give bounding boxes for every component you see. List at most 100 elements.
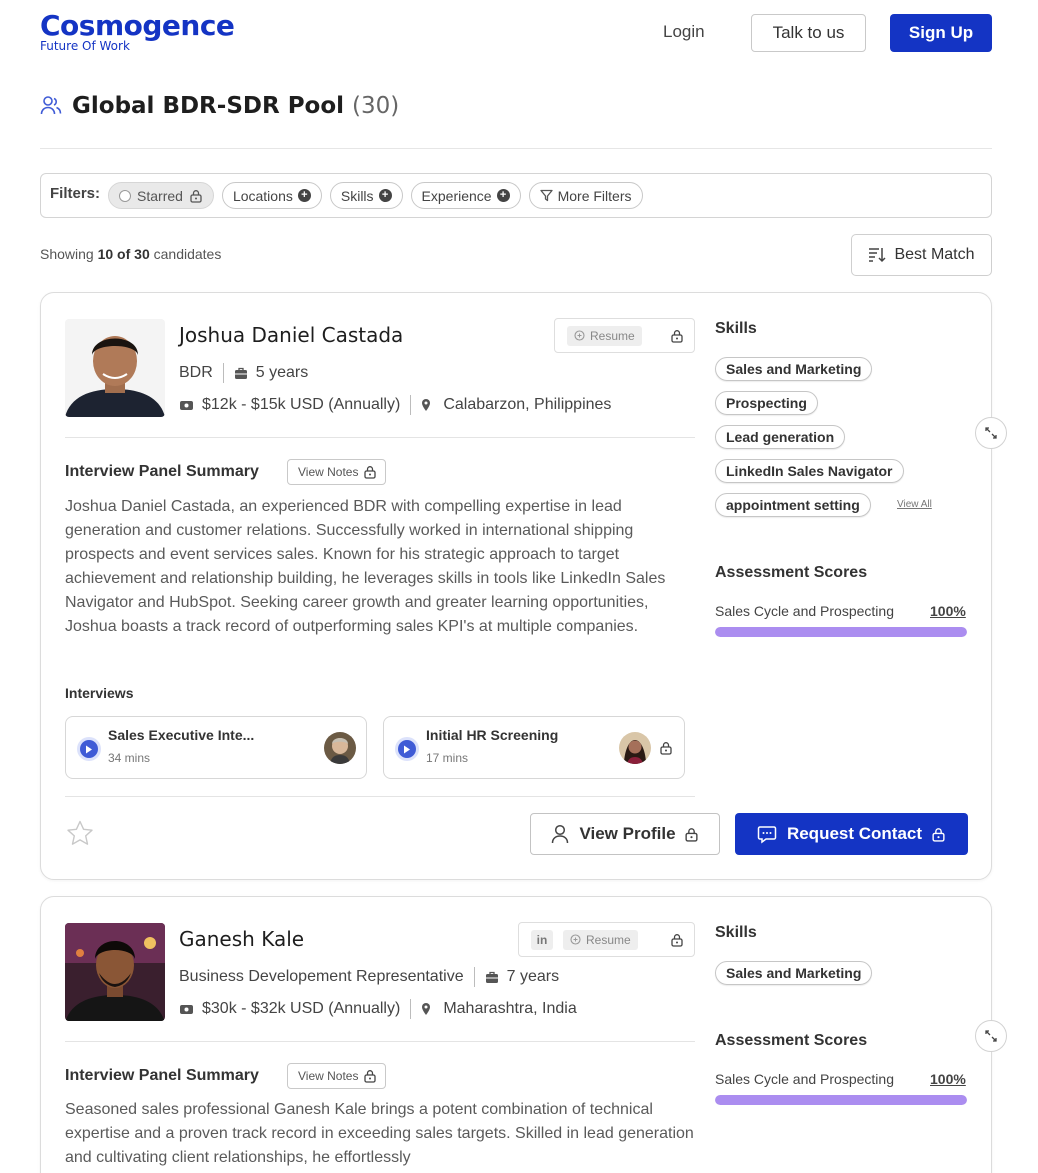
document-icon <box>574 330 585 341</box>
candidate-role-row: BDR 5 years <box>179 363 308 383</box>
view-all-skills-link[interactable]: View All <box>897 499 932 510</box>
interview-card[interactable]: Initial HR Screening 17 mins <box>383 716 685 779</box>
talk-to-us-button[interactable]: Talk to us <box>751 14 866 52</box>
score-bar-fill <box>715 1095 967 1105</box>
request-contact-label: Request Contact <box>786 824 923 843</box>
resume-button[interactable]: Resume <box>563 929 638 950</box>
results-count: Showing 10 of 30 candidates <box>40 246 222 262</box>
sign-up-button[interactable]: Sign Up <box>890 14 992 52</box>
filter-locations-label: Locations <box>232 187 293 204</box>
interview-duration: 17 mins <box>426 751 469 765</box>
user-icon <box>551 824 569 844</box>
star-icon[interactable] <box>65 819 95 854</box>
filter-locations[interactable]: Locations + <box>221 182 322 209</box>
divider <box>40 148 992 149</box>
resume-label: Resume <box>586 932 631 947</box>
filter-skills[interactable]: Skills + <box>329 182 403 209</box>
interviewer-avatar <box>324 732 356 764</box>
view-profile-label: View Profile <box>579 824 676 843</box>
view-profile-button[interactable]: View Profile <box>530 813 720 855</box>
interview-card[interactable]: Sales Executive Inte... 34 mins <box>65 716 367 779</box>
filter-starred[interactable]: Starred <box>108 182 214 209</box>
expand-icon[interactable] <box>975 417 1007 449</box>
lock-icon <box>363 1069 377 1083</box>
candidate-experience: 7 years <box>506 968 560 985</box>
login-link[interactable]: Login <box>663 22 705 42</box>
candidate-card: Ganesh Kale in Resume Business Developem… <box>40 896 1007 1173</box>
candidate-role-row: Business Developement Representative 7 y… <box>179 967 559 987</box>
plus-icon: + <box>378 189 392 202</box>
candidate-location: Calabarzon, Philippines <box>443 396 612 413</box>
lock-icon <box>931 827 946 842</box>
filter-icon <box>539 189 553 202</box>
skill-tag: appointment setting <box>715 493 871 517</box>
plus-icon: + <box>496 189 510 202</box>
view-notes-button[interactable]: View Notes <box>287 459 387 485</box>
page-title: Global BDR-SDR Pool <box>72 93 345 119</box>
divider <box>65 1041 695 1042</box>
document-icon <box>570 934 581 945</box>
briefcase-icon <box>485 970 499 984</box>
sort-button[interactable]: Best Match <box>851 234 992 276</box>
skills-title: Skills <box>715 924 757 941</box>
sort-label: Best Match <box>894 246 975 263</box>
radio-icon <box>119 189 132 202</box>
filter-more-label: More Filters <box>557 187 632 204</box>
logo-name: Cosmogence <box>40 9 235 42</box>
filter-experience-label: Experience <box>421 187 492 204</box>
candidate-salary-row: $12k - $15k USD (Annually) Calabarzon, P… <box>179 395 611 415</box>
request-contact-button[interactable]: Request Contact <box>735 813 968 855</box>
filter-starred-label: Starred <box>137 187 183 204</box>
filter-experience[interactable]: Experience + <box>410 182 521 209</box>
view-notes-button[interactable]: View Notes <box>287 1063 387 1089</box>
resume-label: Resume <box>590 328 635 343</box>
filter-more[interactable]: More Filters <box>528 182 643 209</box>
plus-icon: + <box>297 189 311 202</box>
summary-text: Seasoned sales professional Ganesh Kale … <box>65 1101 694 1166</box>
skill-tag: Prospecting <box>715 391 818 415</box>
candidate-name[interactable]: Ganesh Kale <box>179 927 304 951</box>
skill-tag: Lead generation <box>715 425 846 449</box>
candidate-name[interactable]: Joshua Daniel Castada <box>179 323 403 347</box>
filters-label: Filters: <box>50 185 101 202</box>
score-label: Sales Cycle and Prospecting <box>715 1071 894 1087</box>
interviews-title: Interviews <box>65 685 134 701</box>
filters-bar: Filters: Starred Locations + Skills + Ex… <box>40 173 992 218</box>
interview-title: Sales Executive Inte... <box>108 727 255 743</box>
chat-icon <box>757 824 777 844</box>
score-value[interactable]: 100% <box>930 1071 966 1087</box>
location-pin-icon <box>421 398 431 412</box>
skill-tag: Sales and Marketing <box>715 357 873 381</box>
users-icon <box>40 95 62 117</box>
lock-icon <box>670 933 684 947</box>
summary-title: Interview Panel Summary <box>65 1067 259 1084</box>
candidate-salary-row: $30k - $32k USD (Annually) Maharashtra, … <box>179 999 577 1019</box>
lock-icon <box>659 741 673 755</box>
candidate-card: Joshua Daniel Castada Resume BDR 5 years… <box>40 292 1007 880</box>
lock-icon <box>670 329 684 343</box>
sort-icon <box>868 247 887 263</box>
lock-icon <box>189 189 203 203</box>
expand-icon[interactable] <box>975 1020 1007 1052</box>
score-bar <box>715 627 967 637</box>
play-icon[interactable] <box>395 737 419 761</box>
candidate-photo <box>65 923 165 1021</box>
candidate-role: Business Developement Representative <box>179 968 464 985</box>
score-value[interactable]: 100% <box>930 603 966 619</box>
candidate-salary: $30k - $32k USD (Annually) <box>202 1000 401 1017</box>
linkedin-button[interactable]: in <box>531 929 553 950</box>
documents-box: Resume <box>554 318 695 353</box>
money-icon <box>179 1003 194 1015</box>
interview-duration: 34 mins <box>108 751 151 765</box>
play-icon[interactable] <box>77 737 101 761</box>
brand-logo[interactable]: Cosmogence Future Of Work <box>40 9 235 53</box>
candidate-experience: 5 years <box>255 364 309 381</box>
view-notes-label: View Notes <box>298 465 359 479</box>
assessment-title: Assessment Scores <box>715 564 868 581</box>
resume-button[interactable]: Resume <box>567 325 642 346</box>
summary-title: Interview Panel Summary <box>65 463 259 480</box>
candidate-salary: $12k - $15k USD (Annually) <box>202 396 401 413</box>
filter-skills-label: Skills <box>340 187 374 204</box>
skill-tag: Sales and Marketing <box>715 961 873 985</box>
top-header: Cosmogence Future Of Work Login Talk to … <box>0 0 1038 70</box>
